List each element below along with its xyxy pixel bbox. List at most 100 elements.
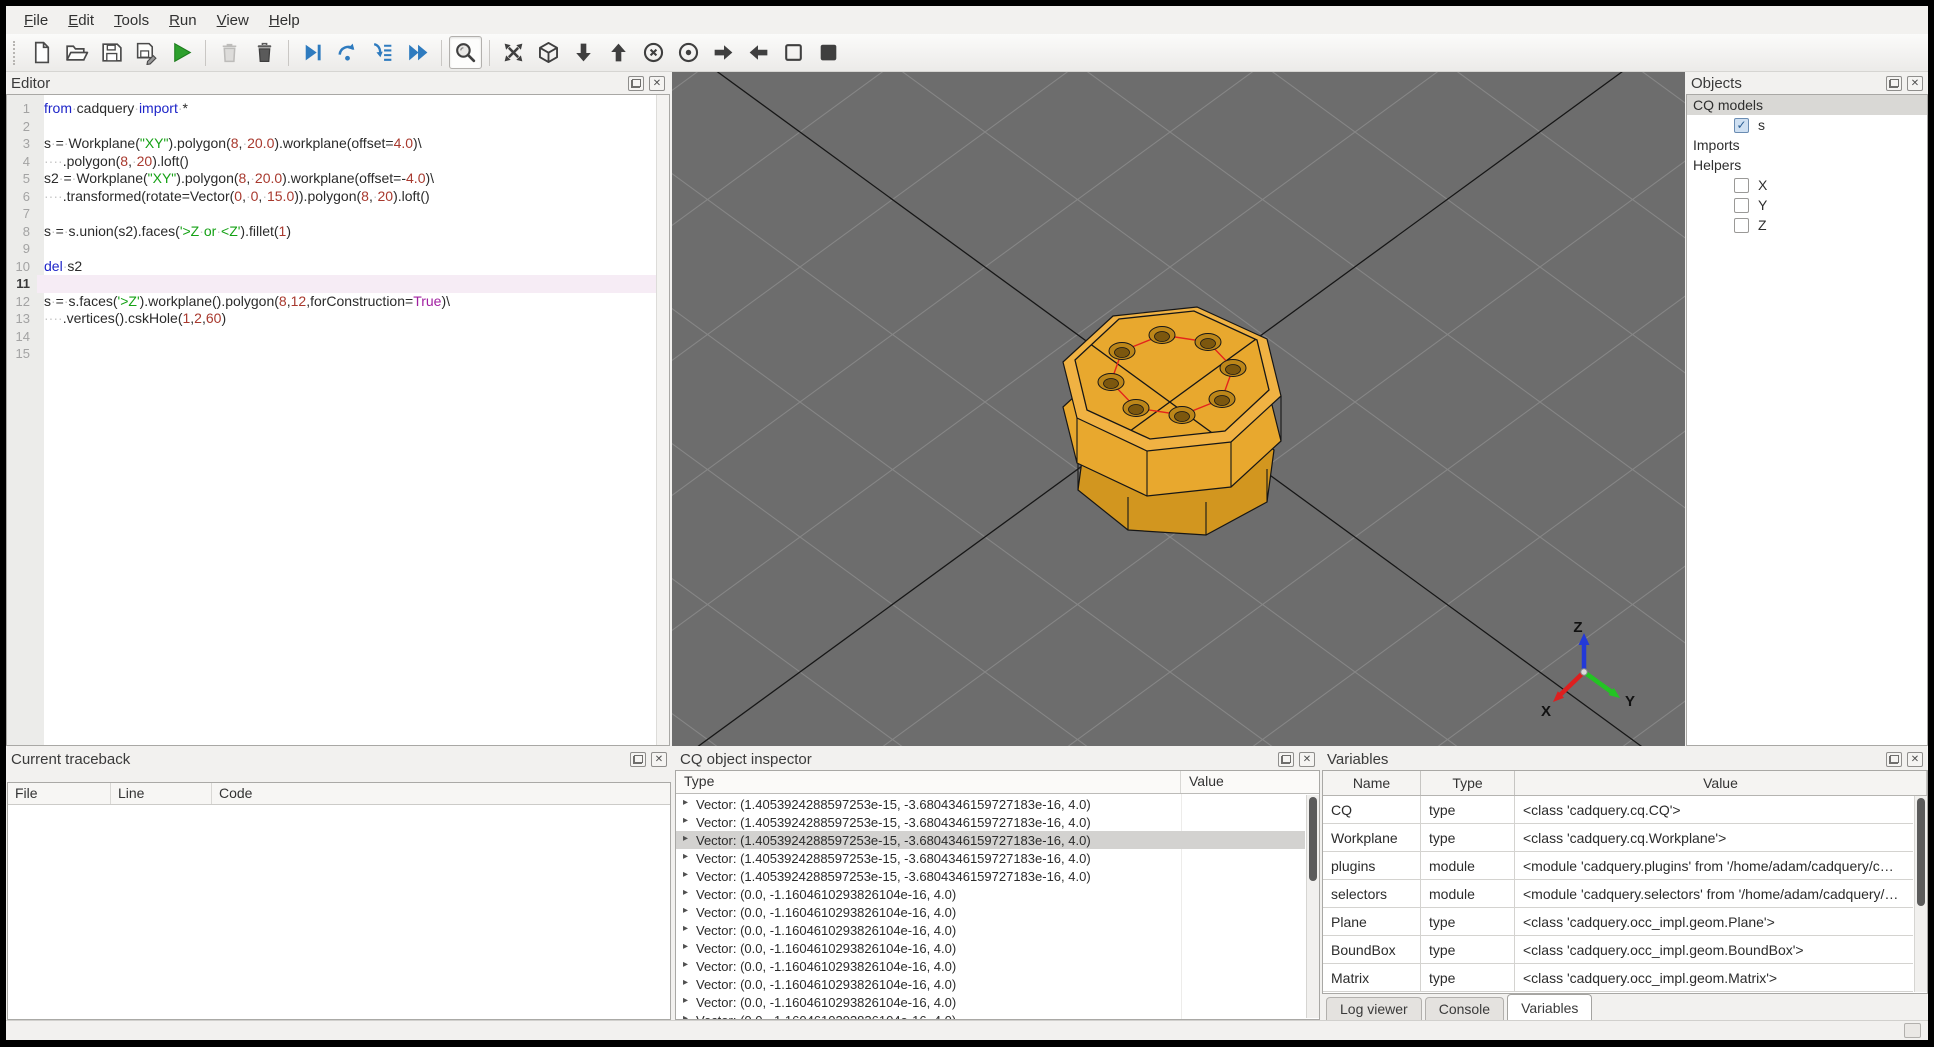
tree-item-x[interactable]: X <box>1687 175 1927 195</box>
variable-row-selectors[interactable]: selectors module <module 'cadquery.selecto… <box>1323 880 1913 908</box>
debug-button[interactable] <box>296 36 329 69</box>
editor-body[interactable]: 1 from·cadquery·import·* 2 3 s·=·Workplane("… <box>6 94 670 746</box>
view-right-button[interactable] <box>742 36 775 69</box>
inspector-row[interactable]: Vector: (0.0, -1.1604610293826104e-16, 4… <box>676 1011 1305 1020</box>
code-line-12[interactable]: 12 s·=·s.faces('>Z').workplane().polygon(… <box>7 293 656 311</box>
tree-item-helpers[interactable]: Helpers <box>1687 155 1927 175</box>
column-header-code[interactable]: Code <box>212 783 670 804</box>
fit-view-button[interactable] <box>497 36 530 69</box>
view-bottom-button[interactable] <box>602 36 635 69</box>
render-button[interactable] <box>165 36 198 69</box>
variable-row-plane[interactable]: Plane type <class 'cadquery.occ_impl.geom.… <box>1323 908 1913 936</box>
column-header-type[interactable]: Type <box>676 771 1181 793</box>
view-top-button[interactable] <box>567 36 600 69</box>
inspector-row[interactable]: Vector: (0.0, -1.1604610293826104e-16, 4… <box>676 975 1305 993</box>
float-icon[interactable] <box>1886 75 1902 91</box>
close-icon[interactable] <box>1907 751 1923 767</box>
save-as-script-button[interactable] <box>130 36 163 69</box>
iso-view-button[interactable] <box>532 36 565 69</box>
view-back-button[interactable] <box>672 36 705 69</box>
delete-button[interactable] <box>213 36 246 69</box>
variable-row-workplane[interactable]: Workplane type <class 'cadquery.cq.Workpla… <box>1323 824 1913 852</box>
checkbox-unchecked[interactable] <box>1734 217 1749 233</box>
code-line-1[interactable]: 1 from·cadquery·import·* <box>7 100 656 118</box>
toolbar-drag-handle[interactable] <box>13 40 15 65</box>
column-header-file[interactable]: File <box>8 783 111 804</box>
tree-item-cq-models[interactable]: CQ models <box>1687 95 1927 115</box>
code-line-6[interactable]: 6 ····.transformed(rotate=Vector(0,·0,·15… <box>7 188 656 206</box>
code-line-3[interactable]: 3 s·=·Workplane("XY").polygon(8,·20.0).wo… <box>7 135 656 153</box>
editor-scrollbar[interactable] <box>656 95 669 745</box>
toggle-zoom-button[interactable] <box>449 36 482 69</box>
close-icon[interactable] <box>651 751 667 767</box>
variable-row-matrix[interactable]: Matrix type <class 'cadquery.occ_impl.geom… <box>1323 964 1913 992</box>
inspector-row[interactable]: Vector: (0.0, -1.1604610293826104e-16, 4… <box>676 885 1305 903</box>
inspector-row[interactable]: Vector: (0.0, -1.1604610293826104e-16, 4… <box>676 957 1305 975</box>
column-header-line[interactable]: Line <box>111 783 212 804</box>
tree-item-z[interactable]: Z <box>1687 215 1927 235</box>
code-line-8[interactable]: 8 s·=·s.union(s2).faces('>Z·or·<Z').fille… <box>7 223 656 241</box>
inspector-row[interactable]: Vector: (0.0, -1.1604610293826104e-16, 4… <box>676 921 1305 939</box>
inspector-row[interactable]: Vector: (1.4053924288597253e-15, -3.6804… <box>676 795 1305 813</box>
column-header-type[interactable]: Type <box>1421 771 1515 795</box>
scrollbar-handle[interactable] <box>1917 798 1925 906</box>
float-icon[interactable] <box>630 751 646 767</box>
column-header-value[interactable]: Value <box>1181 771 1319 793</box>
menu-file[interactable]: File <box>14 8 58 33</box>
inspector-row[interactable]: Vector: (0.0, -1.1604610293826104e-16, 4… <box>676 903 1305 921</box>
step-in-button[interactable] <box>366 36 399 69</box>
menu-tools[interactable]: Tools <box>104 8 159 33</box>
inspector-row[interactable]: Vector: (1.4053924288597253e-15, -3.6804… <box>676 831 1305 849</box>
checkbox-unchecked[interactable] <box>1734 177 1749 193</box>
scrollbar-handle[interactable] <box>1309 797 1317 881</box>
tab-console[interactable]: Console <box>1424 997 1505 1020</box>
delete-all-button[interactable] <box>248 36 281 69</box>
inspector-row[interactable]: Vector: (1.4053924288597253e-15, -3.6804… <box>676 849 1305 867</box>
close-icon[interactable] <box>1299 751 1315 767</box>
wireframe-button[interactable] <box>777 36 810 69</box>
code-line-11[interactable]: 11 <box>7 275 656 293</box>
menu-edit[interactable]: Edit <box>58 8 104 33</box>
open-script-button[interactable] <box>60 36 93 69</box>
column-header-name[interactable]: Name <box>1323 771 1421 795</box>
checkbox-unchecked[interactable] <box>1734 197 1749 213</box>
code-line-15[interactable]: 15 <box>7 345 656 363</box>
tree-item-y[interactable]: Y <box>1687 195 1927 215</box>
inspector-row[interactable]: Vector: (1.4053924288597253e-15, -3.6804… <box>676 813 1305 831</box>
close-icon[interactable] <box>649 75 665 91</box>
step-button[interactable] <box>331 36 364 69</box>
code-line-2[interactable]: 2 <box>7 118 656 136</box>
inspector-row[interactable]: Vector: (0.0, -1.1604610293826104e-16, 4… <box>676 939 1305 957</box>
column-header-value[interactable]: Value <box>1515 771 1927 795</box>
inspector-row[interactable]: Vector: (1.4053924288597253e-15, -3.6804… <box>676 867 1305 885</box>
code-line-4[interactable]: 4 ····.polygon(8,·20).loft() <box>7 153 656 171</box>
variable-row-cq[interactable]: CQ type <class 'cadquery.cq.CQ'> <box>1323 796 1913 824</box>
shaded-button[interactable] <box>812 36 845 69</box>
code-line-13[interactable]: 13 ····.vertices().cskHole(1,2,60) <box>7 310 656 328</box>
checkbox-checked[interactable] <box>1734 117 1749 133</box>
variable-row-boundbox[interactable]: BoundBox type <class 'cadquery.occ_impl.ge… <box>1323 936 1913 964</box>
tree-item-s[interactable]: s <box>1687 115 1927 135</box>
variable-row-plugins[interactable]: plugins module <module 'cadquery.plugins' … <box>1323 852 1913 880</box>
float-icon[interactable] <box>1278 751 1294 767</box>
menu-view[interactable]: View <box>207 8 259 33</box>
inspector-scrollbar[interactable] <box>1306 795 1319 1018</box>
view-left-button[interactable] <box>707 36 740 69</box>
tree-item-imports[interactable]: Imports <box>1687 135 1927 155</box>
tab-log-viewer[interactable]: Log viewer <box>1326 997 1422 1020</box>
3d-viewport[interactable]: Z X Y <box>672 72 1685 746</box>
menu-help[interactable]: Help <box>259 8 310 33</box>
close-icon[interactable] <box>1907 75 1923 91</box>
code-line-5[interactable]: 5 s2·=·Workplane("XY").polygon(8,·20.0).w… <box>7 170 656 188</box>
code-line-9[interactable]: 9 <box>7 240 656 258</box>
menu-run[interactable]: Run <box>159 8 207 33</box>
code-line-14[interactable]: 14 <box>7 328 656 346</box>
resize-grip[interactable] <box>1904 1023 1921 1038</box>
tab-variables[interactable]: Variables <box>1507 994 1593 1020</box>
float-icon[interactable] <box>628 75 644 91</box>
editor-code[interactable]: 1 from·cadquery·import·* 2 3 s·=·Workplane("… <box>7 95 656 745</box>
variables-scrollbar[interactable] <box>1914 796 1927 992</box>
float-icon[interactable] <box>1886 751 1902 767</box>
continue-button[interactable] <box>401 36 434 69</box>
save-script-button[interactable] <box>95 36 128 69</box>
